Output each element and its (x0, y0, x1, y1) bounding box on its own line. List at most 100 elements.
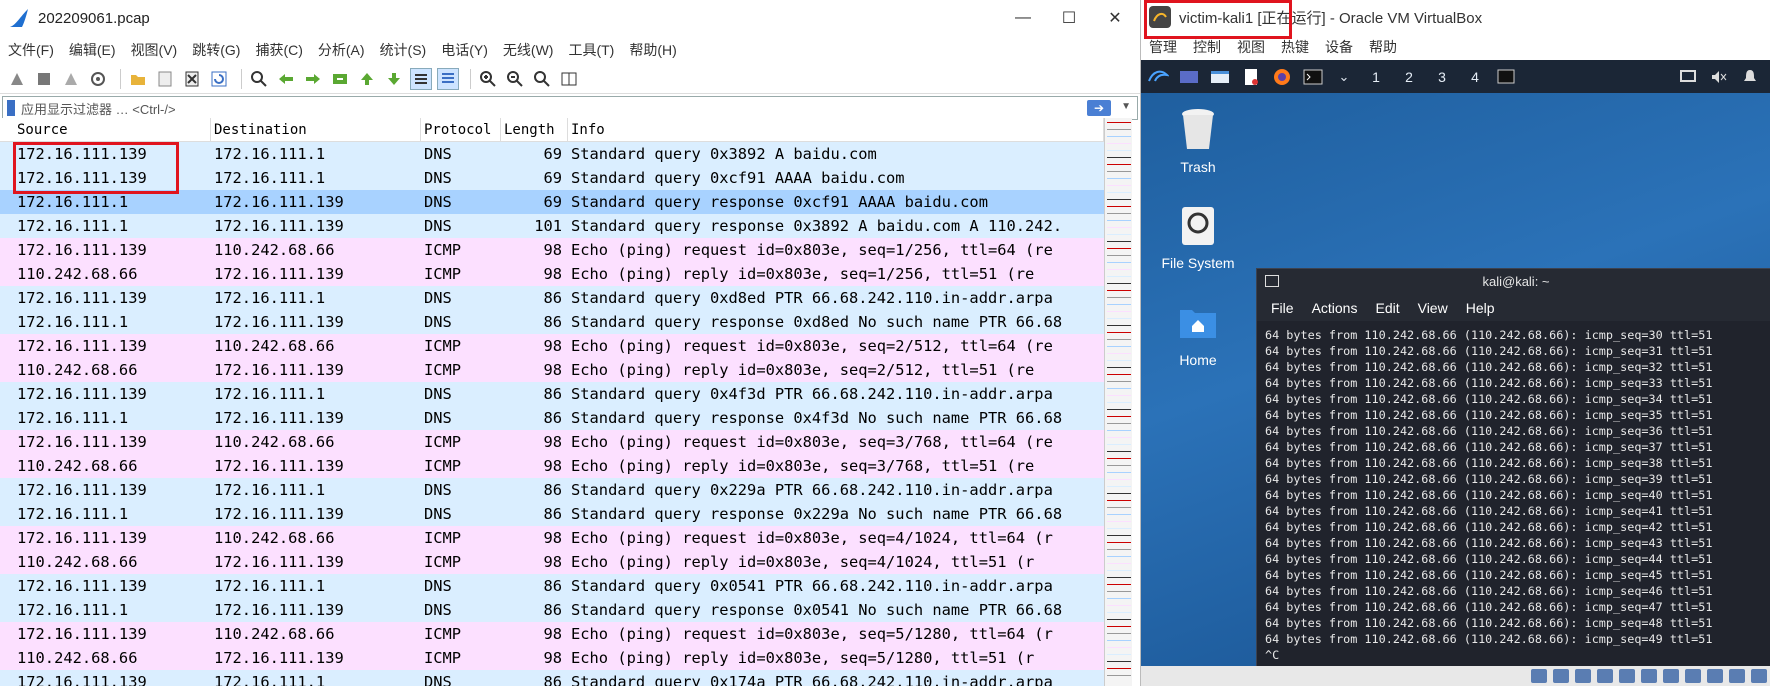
show-desktop-icon[interactable] (1176, 65, 1202, 89)
colorize-icon[interactable] (437, 67, 459, 90)
last-packet-icon[interactable] (383, 68, 405, 90)
packet-row[interactable]: 172.16.111.1 172.16.111.139 DNS 101 Standard… (0, 214, 1104, 238)
file-manager-icon[interactable] (1207, 65, 1233, 89)
vm-menu-view[interactable]: 视图 (1237, 37, 1265, 57)
bookmark-icon[interactable] (7, 100, 15, 116)
close-button[interactable]: ✕ (1092, 0, 1138, 36)
menu-telephony[interactable]: 电话(Y) (441, 40, 488, 60)
find-packet-icon[interactable] (248, 68, 270, 90)
display-filter-input[interactable]: 应用显示过滤器 … <Ctrl-/> ➔ ▼ (2, 96, 1138, 120)
stop-capture-icon[interactable] (33, 68, 55, 90)
display-icon[interactable] (1675, 65, 1701, 89)
mute-icon[interactable] (1706, 65, 1732, 89)
menu-help[interactable]: 帮助(H) (629, 40, 676, 60)
shared-folder-icon[interactable] (1641, 669, 1657, 683)
resize-columns-icon[interactable] (558, 68, 580, 90)
packet-row[interactable]: 110.242.68.66 172.16.111.139 ICMP 98 Echo (p… (0, 550, 1104, 574)
packet-row[interactable]: 110.242.68.66 172.16.111.139 ICMP 98 Echo (p… (0, 454, 1104, 478)
terminal-menu-actions[interactable]: Actions (1312, 300, 1358, 316)
menu-edit[interactable]: 编辑(E) (69, 40, 116, 60)
desktop-icon-trash[interactable]: Trash (1143, 105, 1253, 175)
workspace-4[interactable]: 4 (1461, 65, 1489, 89)
packet-list[interactable]: Source Destination Protocol Length Info … (0, 117, 1104, 686)
save-file-icon[interactable] (154, 68, 176, 90)
workspace-3[interactable]: 3 (1428, 65, 1456, 89)
column-protocol[interactable]: Protocol (421, 117, 501, 142)
host-key-icon[interactable] (1751, 669, 1767, 683)
terminal-task-icon[interactable] (1494, 65, 1520, 89)
packet-row[interactable]: 110.242.68.66 172.16.111.139 ICMP 98 Echo (p… (0, 262, 1104, 286)
packet-row[interactable]: 172.16.111.139 172.16.111.1 DNS 86 Standard … (0, 670, 1104, 686)
packet-minimap[interactable] (1104, 118, 1132, 686)
packet-row[interactable]: 172.16.111.139 110.242.68.66 ICMP 98 Echo (p… (0, 526, 1104, 550)
packet-row[interactable]: 172.16.111.1 172.16.111.139 DNS 86 Standard … (0, 310, 1104, 334)
hard-disk-icon[interactable] (1531, 669, 1547, 683)
vm-menu-devices[interactable]: 设备 (1325, 37, 1353, 57)
terminal-menu-file[interactable]: File (1271, 300, 1294, 316)
menu-file[interactable]: 文件(F) (8, 40, 54, 60)
optical-drive-icon[interactable] (1553, 669, 1569, 683)
kali-menu-icon[interactable] (1145, 65, 1171, 89)
column-info[interactable]: Info (568, 117, 1104, 142)
terminal-menu-help[interactable]: Help (1466, 300, 1495, 316)
maximize-button[interactable]: ☐ (1046, 0, 1092, 36)
start-capture-icon[interactable] (6, 68, 28, 90)
normal-size-icon[interactable] (531, 68, 553, 90)
menu-wireless[interactable]: 无线(W) (503, 40, 554, 60)
packet-row[interactable]: 172.16.111.139 110.242.68.66 ICMP 98 Echo (p… (0, 238, 1104, 262)
packet-row[interactable]: 172.16.111.139 172.16.111.1 DNS 86 Standard … (0, 574, 1104, 598)
firefox-icon[interactable] (1269, 65, 1295, 89)
menu-view[interactable]: 视图(V) (131, 40, 178, 60)
packet-row[interactable]: 172.16.111.1 172.16.111.139 DNS 86 Standard … (0, 502, 1104, 526)
chevron-down-icon[interactable]: ▼ (1121, 101, 1131, 112)
text-editor-icon[interactable] (1238, 65, 1264, 89)
packet-row[interactable]: 172.16.111.139 172.16.111.1 DNS 86 Standard … (0, 478, 1104, 502)
terminal-menu-view[interactable]: View (1418, 300, 1448, 316)
menu-statistics[interactable]: 统计(S) (380, 40, 427, 60)
terminal-output[interactable]: 64 bytes from 110.242.68.66 (110.242.68.… (1257, 321, 1770, 663)
terminal-window[interactable]: kali@kali: ~ File Actions Edit View Help… (1256, 268, 1770, 686)
kali-desktop[interactable]: Trash File System Home kali@kali: ~ File… (1141, 93, 1770, 686)
close-file-icon[interactable] (181, 68, 203, 90)
terminal-menu-edit[interactable]: Edit (1375, 300, 1399, 316)
packet-row[interactable]: 172.16.111.139 110.242.68.66 ICMP 98 Echo (p… (0, 622, 1104, 646)
packet-row[interactable]: 110.242.68.66 172.16.111.139 ICMP 98 Echo (p… (0, 358, 1104, 382)
menu-go[interactable]: 跳转(G) (192, 40, 240, 60)
go-forward-icon[interactable] (302, 68, 324, 90)
go-back-icon[interactable] (275, 68, 297, 90)
menu-capture[interactable]: 捕获(C) (255, 40, 302, 60)
vm-menu-machine[interactable]: 管理 (1149, 37, 1177, 57)
zoom-in-icon[interactable] (477, 68, 499, 90)
vm-menu-hotkeys[interactable]: 热键 (1281, 37, 1309, 57)
packet-row[interactable]: 172.16.111.139 110.242.68.66 ICMP 98 Echo (p… (0, 430, 1104, 454)
apply-filter-icon[interactable]: ➔ (1087, 100, 1111, 116)
desktop-icon-file-system[interactable]: File System (1143, 201, 1253, 271)
vm-menu-help[interactable]: 帮助 (1369, 37, 1397, 57)
capture-options-icon[interactable] (87, 68, 109, 90)
open-file-icon[interactable] (127, 68, 149, 90)
desktop-icon-home[interactable]: Home (1143, 298, 1253, 368)
vm-menu-control[interactable]: 控制 (1193, 37, 1221, 57)
packet-row[interactable]: 172.16.111.139 172.16.111.1 DNS 86 Standard … (0, 286, 1104, 310)
packet-row[interactable]: 172.16.111.139 110.242.68.66 ICMP 98 Echo (p… (0, 334, 1104, 358)
first-packet-icon[interactable] (356, 68, 378, 90)
menu-tools[interactable]: 工具(T) (568, 40, 614, 60)
zoom-out-icon[interactable] (504, 68, 526, 90)
terminal-icon[interactable] (1300, 65, 1326, 89)
packet-row[interactable]: 172.16.111.1 172.16.111.139 DNS 86 Standard … (0, 598, 1104, 622)
cpu-icon[interactable] (1707, 669, 1723, 683)
column-length[interactable]: Length (501, 117, 568, 142)
notification-bell-icon[interactable] (1737, 65, 1763, 89)
column-destination[interactable]: Destination (211, 117, 421, 142)
column-source[interactable]: Source (0, 117, 211, 142)
mouse-integration-icon[interactable] (1729, 669, 1745, 683)
network-icon[interactable] (1597, 669, 1613, 683)
go-to-packet-icon[interactable] (329, 68, 351, 90)
chevron-down-icon[interactable]: ⌄ (1331, 65, 1357, 89)
recording-icon[interactable] (1685, 669, 1701, 683)
workspace-1[interactable]: 1 (1362, 65, 1390, 89)
autoscroll-icon[interactable] (410, 67, 432, 90)
menu-analyze[interactable]: 分析(A) (318, 40, 365, 60)
restart-capture-icon[interactable] (60, 68, 82, 90)
packet-row[interactable]: 110.242.68.66 172.16.111.139 ICMP 98 Echo (p… (0, 646, 1104, 670)
